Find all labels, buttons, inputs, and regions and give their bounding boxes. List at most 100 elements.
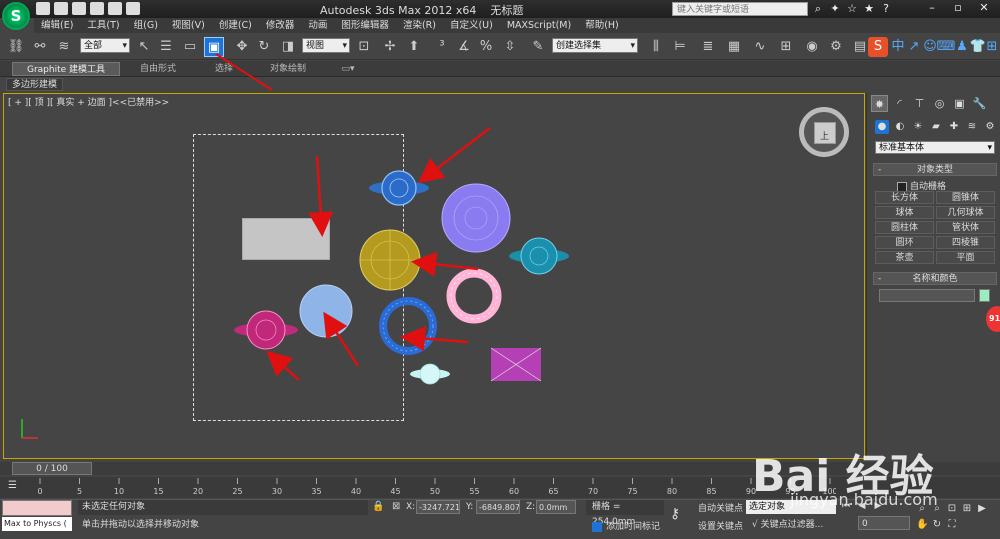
select-by-name-icon[interactable]: ☰ — [156, 37, 176, 57]
redo-icon[interactable] — [108, 2, 122, 15]
menu-tools[interactable]: 工具(T) — [80, 18, 126, 33]
create-tab-icon[interactable]: ✸ — [871, 95, 888, 112]
shapes-icon[interactable]: ◐ — [893, 120, 907, 134]
lock-selection-icon[interactable]: 🔒 — [372, 501, 384, 512]
link-icon[interactable]: ⛓ — [6, 37, 26, 57]
teapot-blue-object[interactable] — [369, 170, 429, 206]
auto-key-button[interactable]: 自动关键点 — [698, 501, 743, 514]
menu-create[interactable]: 创建(C) — [212, 18, 259, 33]
ime-grid-icon[interactable]: ⊞ — [982, 37, 1000, 57]
schematic-view-icon[interactable]: ⊞ — [776, 37, 796, 57]
menu-animation[interactable]: 动画 — [301, 18, 334, 33]
tube-button[interactable]: 管状体 — [936, 221, 995, 234]
selection-filter-dropdown[interactable]: 全部 — [80, 38, 130, 54]
geosphere-yellow-object[interactable] — [359, 229, 421, 291]
menu-edit[interactable]: 编辑(E) — [34, 18, 80, 33]
rect-selection-region-icon[interactable]: ▭ — [180, 37, 200, 57]
systems-icon[interactable]: ⚙ — [983, 120, 997, 134]
bind-space-warp-icon[interactable]: ≋ — [54, 37, 74, 57]
name-color-rollout[interactable]: 名称和颜色 — [873, 272, 997, 286]
new-file-icon[interactable] — [36, 2, 50, 15]
teapot-button[interactable]: 茶壶 — [875, 251, 934, 264]
torus-pink-object[interactable] — [446, 268, 502, 324]
menu-customize[interactable]: 自定义(U) — [443, 18, 500, 33]
menu-views[interactable]: 视图(V) — [165, 18, 212, 33]
rendered-frame-icon[interactable]: ▤ — [850, 37, 870, 57]
set-key-icon[interactable]: ⚷ — [670, 506, 680, 522]
undo-icon[interactable] — [90, 2, 104, 15]
orbit-icon[interactable]: ↻ — [931, 518, 943, 531]
menu-modifiers[interactable]: 修改器 — [259, 18, 302, 33]
tab-freeform[interactable]: 自由形式 — [128, 62, 188, 76]
curve-editor-icon[interactable]: ∿ — [750, 37, 770, 57]
maximize-icon[interactable]: ▫ — [948, 1, 968, 15]
close-icon[interactable]: ✕ — [974, 1, 994, 15]
teapot-white-object[interactable] — [410, 363, 450, 385]
sphere-lightblue-object[interactable] — [299, 284, 353, 338]
add-time-tag[interactable]: 添加时间标记 — [592, 519, 660, 532]
set-key-button[interactable]: 设置关键点 — [698, 519, 743, 532]
ime-logo-icon[interactable]: S — [868, 37, 888, 57]
named-selection-sets-dropdown[interactable]: 创建选择集 — [552, 38, 638, 54]
cone-button[interactable]: 圆锥体 — [936, 191, 995, 204]
object-category-dropdown[interactable]: 标准基本体 — [875, 141, 995, 155]
select-manipulate-icon[interactable]: ✢ — [380, 37, 400, 57]
mirror-icon[interactable]: ⫼ — [646, 37, 666, 57]
search-input[interactable] — [672, 2, 808, 16]
y-coordinate-field[interactable]: -6849.807 — [476, 500, 520, 514]
select-object-icon[interactable]: ↖ — [134, 37, 154, 57]
geometry-icon[interactable]: ● — [875, 120, 889, 134]
tab-graphite-modeling[interactable]: Graphite 建模工具 — [12, 62, 120, 76]
x-coordinate-field[interactable]: -3247.721 — [416, 500, 460, 514]
ribbon-options-icon[interactable]: ▭▾ — [336, 62, 360, 76]
maxscript-listener-input[interactable] — [2, 500, 72, 516]
pivot-center-icon[interactable]: ⊡ — [354, 37, 374, 57]
cameras-icon[interactable]: ▰ — [929, 120, 943, 134]
layer-manager-icon[interactable]: ≣ — [698, 37, 718, 57]
edit-named-selection-icon[interactable]: ✎ — [528, 37, 548, 57]
percent-snap-icon[interactable]: % — [476, 37, 496, 57]
save-file-icon[interactable] — [72, 2, 86, 15]
cone-purple-object[interactable] — [441, 183, 511, 253]
project-folder-icon[interactable] — [126, 2, 140, 15]
open-file-icon[interactable] — [54, 2, 68, 15]
maxscript-output[interactable]: Max to Physcs ( — [2, 517, 72, 531]
menu-group[interactable]: 组(G) — [127, 18, 165, 33]
help-icon[interactable]: ? — [880, 2, 892, 15]
tube-blue-object[interactable] — [379, 297, 437, 355]
lights-icon[interactable]: ☀ — [911, 120, 925, 134]
reference-coord-dropdown[interactable]: 视图 — [302, 38, 350, 54]
hierarchy-tab-icon[interactable]: ⊤ — [911, 95, 928, 112]
motion-tab-icon[interactable]: ◎ — [931, 95, 948, 112]
menu-rendering[interactable]: 渲染(R) — [396, 18, 443, 33]
teapot-magenta-object[interactable] — [234, 310, 298, 350]
utilities-tab-icon[interactable]: 🔧 — [971, 95, 988, 112]
polygon-modeling-tab[interactable]: 多边形建模 — [6, 78, 64, 91]
pyramid-button[interactable]: 四棱锥 — [936, 236, 995, 249]
zoom-extents-all-icon[interactable]: ⊞ — [961, 502, 973, 515]
zoom-extents-icon[interactable]: ⊡ — [946, 502, 958, 515]
material-editor-icon[interactable]: ◉ — [802, 37, 822, 57]
z-coordinate-field[interactable]: 0.0mm — [536, 500, 576, 514]
menu-maxscript[interactable]: MAXScript(M) — [500, 18, 578, 33]
search-icon[interactable]: ⌕ — [812, 2, 824, 15]
pyramid-magenta-object[interactable] — [490, 347, 542, 382]
box-button[interactable]: 长方体 — [875, 191, 934, 204]
pan-icon[interactable]: ✋ — [916, 518, 928, 531]
display-tab-icon[interactable]: ▣ — [951, 95, 968, 112]
top-viewport[interactable]: [ + ][ 顶 ][ 真实 + 边面 ]<<已禁用>> 上 — [3, 93, 865, 459]
key-filters-button[interactable]: √ 关键点过滤器... — [752, 517, 823, 530]
angle-snap-icon[interactable]: ∡ — [454, 37, 474, 57]
communication-icon[interactable]: ☆ — [846, 2, 858, 15]
torus-button[interactable]: 圆环 — [875, 236, 934, 249]
plane-button[interactable]: 平面 — [936, 251, 995, 264]
unlink-icon[interactable]: ⚯ — [30, 37, 50, 57]
subscription-icon[interactable]: ✦ — [829, 2, 841, 15]
helpers-icon[interactable]: ✚ — [947, 120, 961, 134]
absolute-mode-icon[interactable]: ⊠ — [392, 501, 400, 512]
teapot-teal-object[interactable] — [509, 237, 569, 275]
geosphere-button[interactable]: 几何球体 — [936, 206, 995, 219]
render-setup-icon[interactable]: ⚙ — [826, 37, 846, 57]
object-color-swatch[interactable] — [979, 289, 990, 302]
cylinder-button[interactable]: 圆柱体 — [875, 221, 934, 234]
